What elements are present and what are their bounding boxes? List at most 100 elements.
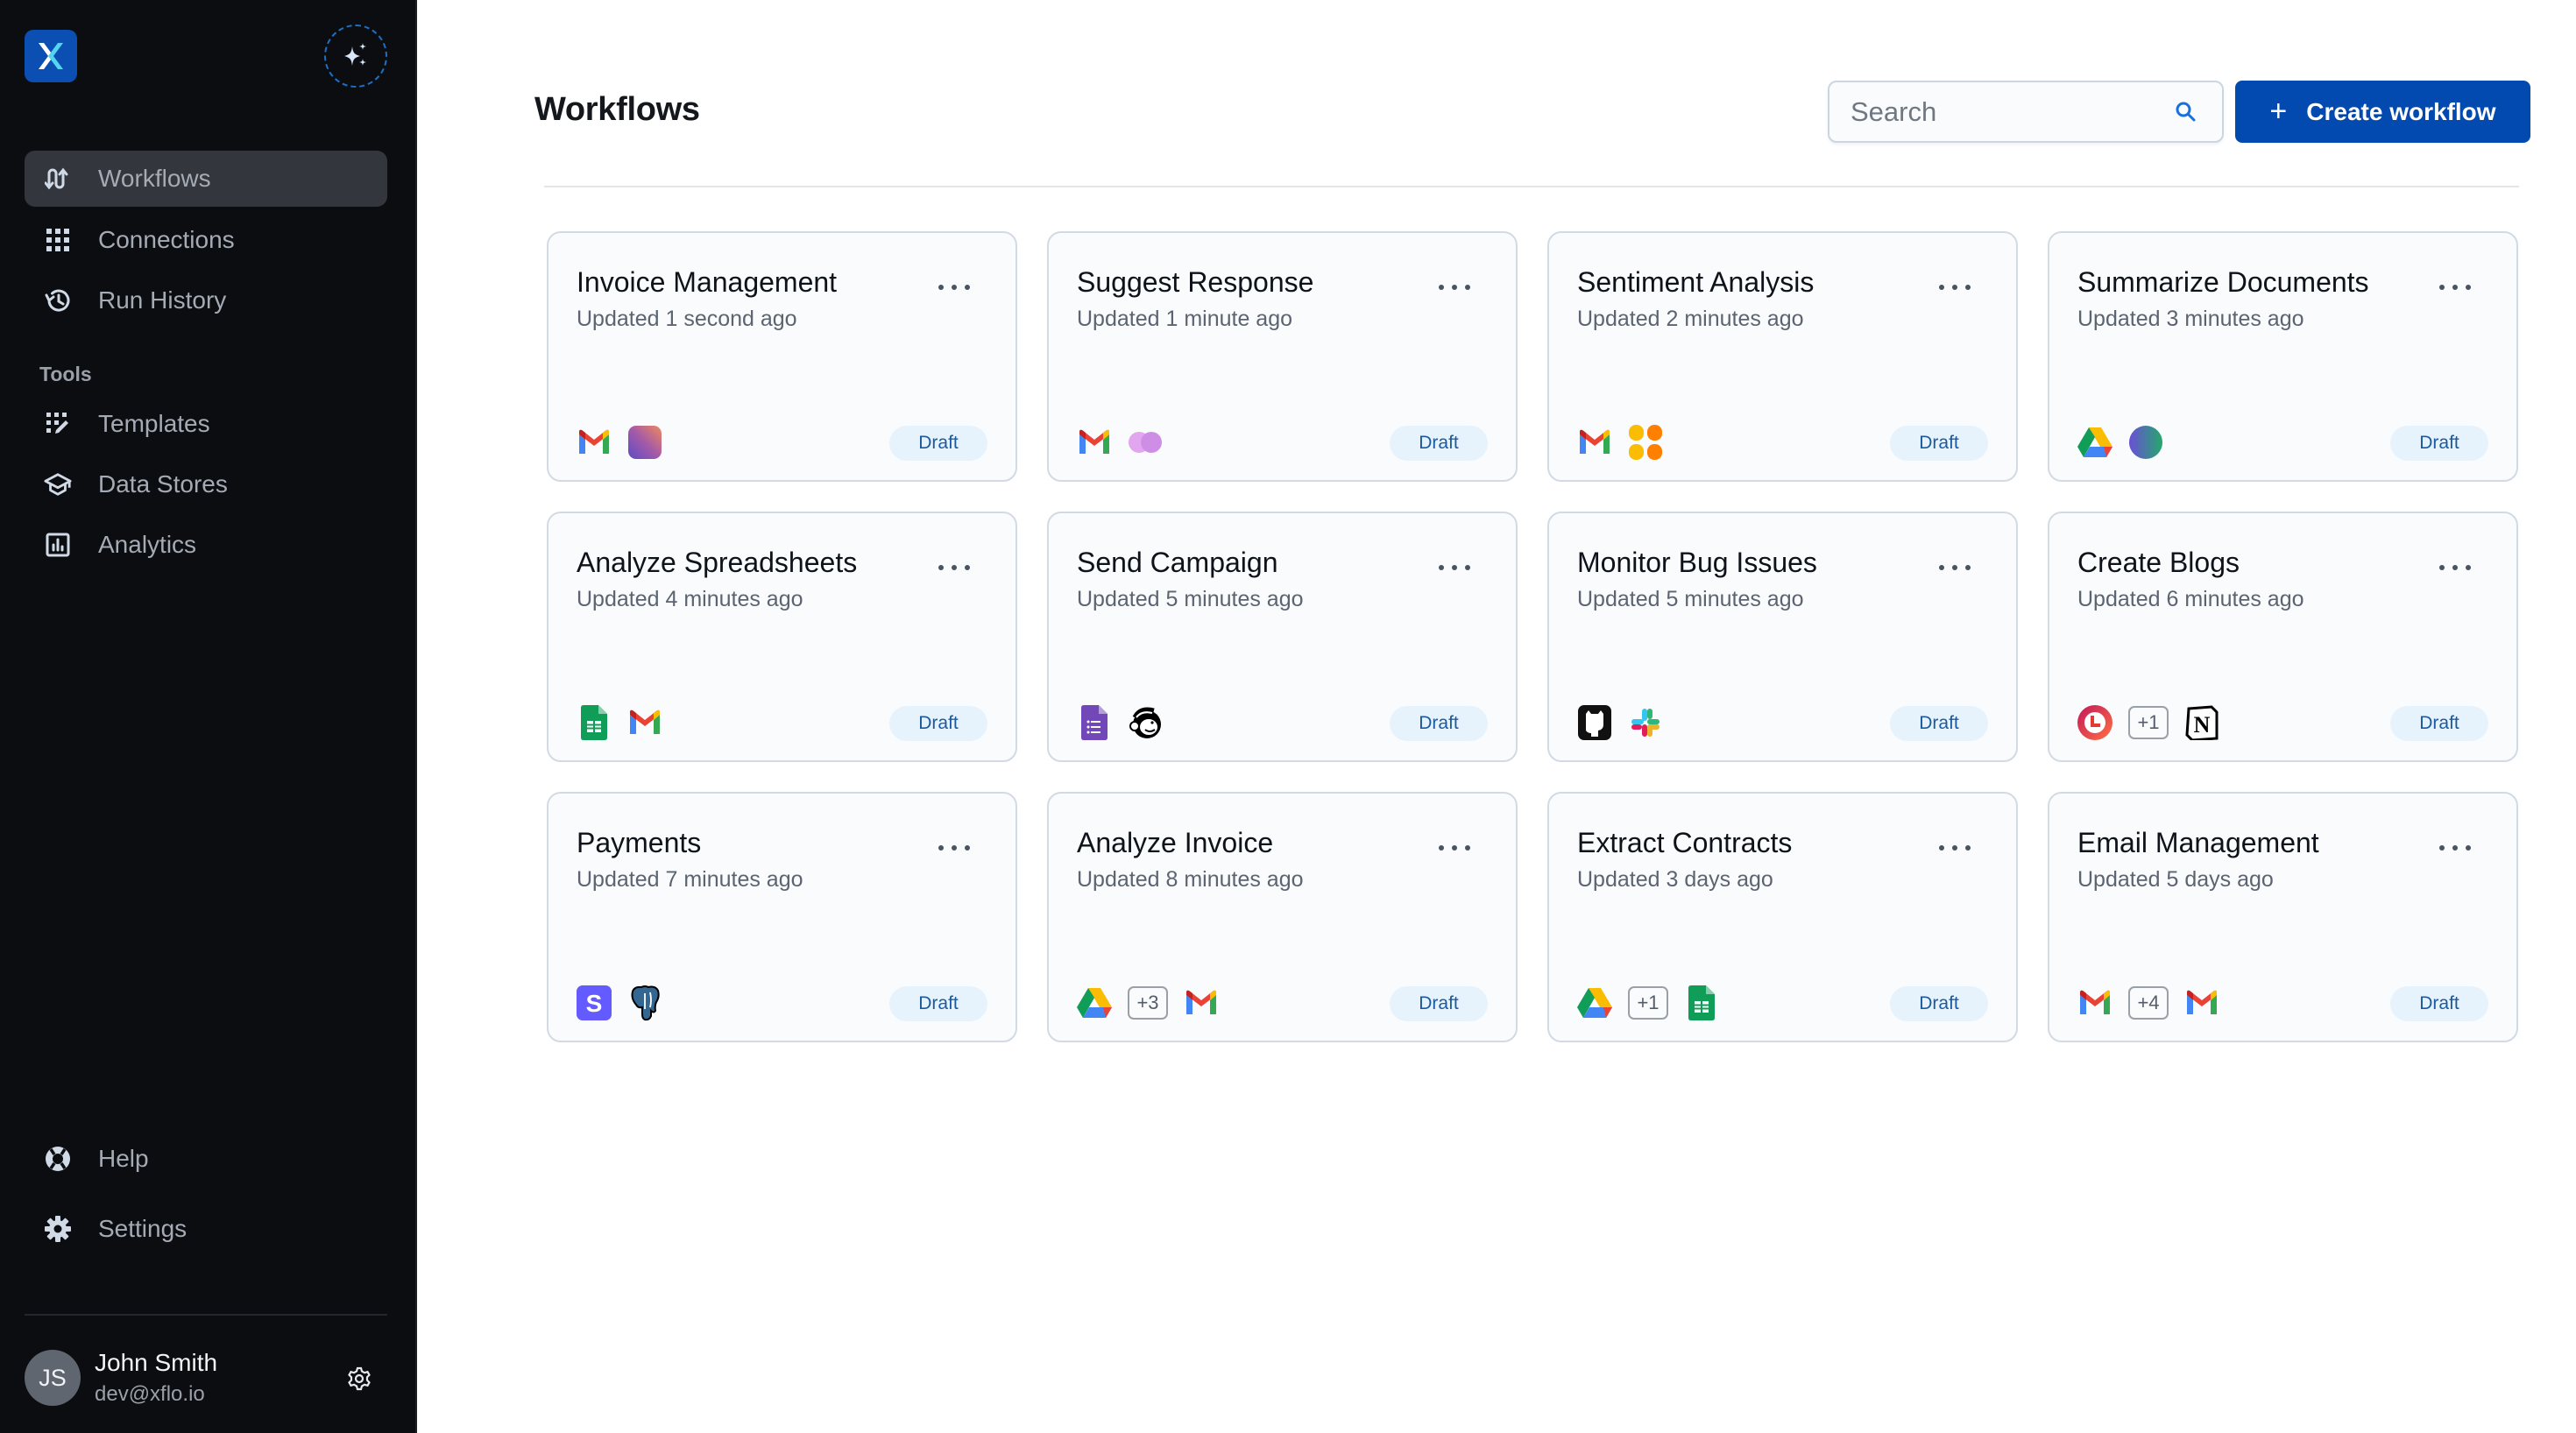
dot-icon bbox=[1939, 845, 1944, 851]
more-options-button[interactable] bbox=[1939, 559, 1971, 576]
dot-icon bbox=[2452, 565, 2458, 570]
workflow-arrows-icon bbox=[44, 165, 72, 193]
sidebar-item-connections[interactable]: Connections bbox=[25, 212, 387, 268]
more-options-button[interactable] bbox=[2439, 559, 2471, 576]
workflow-card[interactable]: Invoice Management Updated 1 second ago … bbox=[547, 231, 1017, 482]
workflow-title: Extract Contracts bbox=[1577, 827, 1793, 858]
dot-icon bbox=[2439, 845, 2445, 851]
dot-icon bbox=[2439, 285, 2445, 290]
workflow-card[interactable]: Analyze Invoice Updated 8 minutes ago +3… bbox=[1047, 792, 1518, 1042]
workflow-title: Payments bbox=[577, 827, 702, 858]
status-badge: Draft bbox=[1390, 986, 1488, 1021]
gmail-icon bbox=[1184, 985, 1219, 1020]
workflow-grid: Invoice Management Updated 1 second ago … bbox=[547, 231, 2520, 1042]
workflow-card[interactable]: Send Campaign Updated 5 minutes ago Draf… bbox=[1047, 512, 1518, 762]
google-sheets-icon bbox=[1684, 985, 1719, 1020]
search-input[interactable] bbox=[1829, 95, 2162, 128]
workflow-card[interactable]: Monitor Bug Issues Updated 5 minutes ago… bbox=[1547, 512, 2018, 762]
connected-apps bbox=[1577, 704, 1663, 741]
dot-icon bbox=[2439, 565, 2445, 570]
create-workflow-button[interactable]: + Create workflow bbox=[2235, 81, 2530, 143]
more-options-button[interactable] bbox=[1939, 839, 1971, 857]
sparkles-icon bbox=[344, 43, 366, 66]
sidebar-item-settings[interactable]: Settings bbox=[25, 1201, 387, 1257]
workflow-card[interactable]: Suggest Response Updated 1 minute ago Dr… bbox=[1047, 231, 1518, 482]
gradient-app-icon bbox=[627, 425, 662, 460]
connected-apps bbox=[577, 704, 662, 741]
dot-icon bbox=[2452, 845, 2458, 851]
sidebar-item-analytics[interactable]: Analytics bbox=[25, 517, 387, 573]
workflow-card[interactable]: Sentiment Analysis Updated 2 minutes ago… bbox=[1547, 231, 2018, 482]
workflow-updated: Updated 5 minutes ago bbox=[1577, 587, 1804, 611]
github-icon bbox=[1577, 705, 1612, 740]
connected-apps: +1 N bbox=[2077, 704, 2219, 741]
more-options-button[interactable] bbox=[1939, 279, 1971, 296]
more-options-button[interactable] bbox=[938, 279, 970, 296]
sidebar-item-label: Workflows bbox=[98, 165, 211, 192]
sidebar-item-templates[interactable]: Templates bbox=[25, 396, 387, 452]
sidebar: Workflows Connections Run History Tools bbox=[0, 0, 417, 1433]
dot-icon bbox=[938, 565, 944, 570]
workflow-card[interactable]: Summarize Documents Updated 3 minutes ag… bbox=[2048, 231, 2518, 482]
gmail-icon bbox=[1077, 425, 1112, 460]
workflow-title: Monitor Bug Issues bbox=[1577, 547, 1817, 578]
sidebar-item-run-history[interactable]: Run History bbox=[25, 272, 387, 328]
more-options-button[interactable] bbox=[2439, 839, 2471, 857]
dot-icon bbox=[952, 845, 957, 851]
more-options-button[interactable] bbox=[1439, 559, 1470, 576]
workflow-card[interactable]: Analyze Spreadsheets Updated 4 minutes a… bbox=[547, 512, 1017, 762]
status-badge: Draft bbox=[889, 426, 987, 461]
workflow-card[interactable]: Payments Updated 7 minutes ago S Draft bbox=[547, 792, 1017, 1042]
workflow-card[interactable]: Create Blogs Updated 6 minutes ago +1 N D… bbox=[2048, 512, 2518, 762]
more-options-button[interactable] bbox=[1439, 279, 1470, 296]
orange-blocks-icon bbox=[1628, 425, 1663, 460]
status-badge: Draft bbox=[1390, 706, 1488, 741]
workflow-card[interactable]: Email Management Updated 5 days ago +4 D… bbox=[2048, 792, 2518, 1042]
google-sheets-icon bbox=[577, 705, 612, 740]
more-options-button[interactable] bbox=[1439, 839, 1470, 857]
sidebar-item-label: Analytics bbox=[98, 531, 197, 558]
workflow-card[interactable]: Extract Contracts Updated 3 days ago +1 … bbox=[1547, 792, 2018, 1042]
workflow-title: Send Campaign bbox=[1077, 547, 1278, 578]
status-badge: Draft bbox=[2390, 986, 2488, 1021]
google-drive-icon bbox=[1577, 985, 1612, 1020]
status-badge: Draft bbox=[1890, 426, 1988, 461]
user-profile[interactable]: JS John Smith dev@xflo.io bbox=[25, 1349, 387, 1407]
status-badge: Draft bbox=[2390, 706, 2488, 741]
workflow-updated: Updated 6 minutes ago bbox=[2077, 587, 2304, 611]
more-apps-count-badge: +4 bbox=[2128, 986, 2169, 1020]
sidebar-item-help[interactable]: Help bbox=[25, 1131, 387, 1187]
workflow-updated: Updated 5 days ago bbox=[2077, 867, 2274, 892]
status-badge: Draft bbox=[2390, 426, 2488, 461]
dot-icon bbox=[938, 845, 944, 851]
dot-icon bbox=[938, 285, 944, 290]
sidebar-item-data-stores[interactable]: Data Stores bbox=[25, 456, 387, 512]
search-icon[interactable] bbox=[2175, 101, 2197, 124]
dot-icon bbox=[2466, 565, 2471, 570]
dot-icon bbox=[1952, 845, 1957, 851]
search-box[interactable] bbox=[1828, 81, 2224, 143]
more-options-button[interactable] bbox=[938, 839, 970, 857]
ai-assistant-button[interactable] bbox=[324, 25, 387, 88]
dot-icon bbox=[952, 285, 957, 290]
graduation-cap-icon bbox=[44, 470, 72, 498]
header-divider bbox=[544, 186, 2519, 187]
clockify-icon bbox=[2077, 705, 2112, 740]
workflow-updated: Updated 2 minutes ago bbox=[1577, 307, 1804, 331]
more-options-button[interactable] bbox=[2439, 279, 2471, 296]
user-settings-gear-icon[interactable] bbox=[347, 1366, 372, 1391]
dot-icon bbox=[1965, 845, 1971, 851]
status-badge: Draft bbox=[889, 986, 987, 1021]
gmail-icon bbox=[577, 425, 612, 460]
connected-apps bbox=[1077, 424, 1163, 461]
connected-apps: +4 bbox=[2077, 985, 2219, 1021]
workflow-title: Suggest Response bbox=[1077, 266, 1314, 298]
sidebar-item-workflows[interactable]: Workflows bbox=[25, 151, 387, 207]
workflow-title: Summarize Documents bbox=[2077, 266, 2369, 298]
dot-icon bbox=[1452, 845, 1457, 851]
gmail-icon bbox=[627, 705, 662, 740]
pink-circles-icon bbox=[1128, 425, 1163, 460]
xflo-logo-icon[interactable] bbox=[25, 30, 77, 82]
more-options-button[interactable] bbox=[938, 559, 970, 576]
dot-icon bbox=[1965, 285, 1971, 290]
